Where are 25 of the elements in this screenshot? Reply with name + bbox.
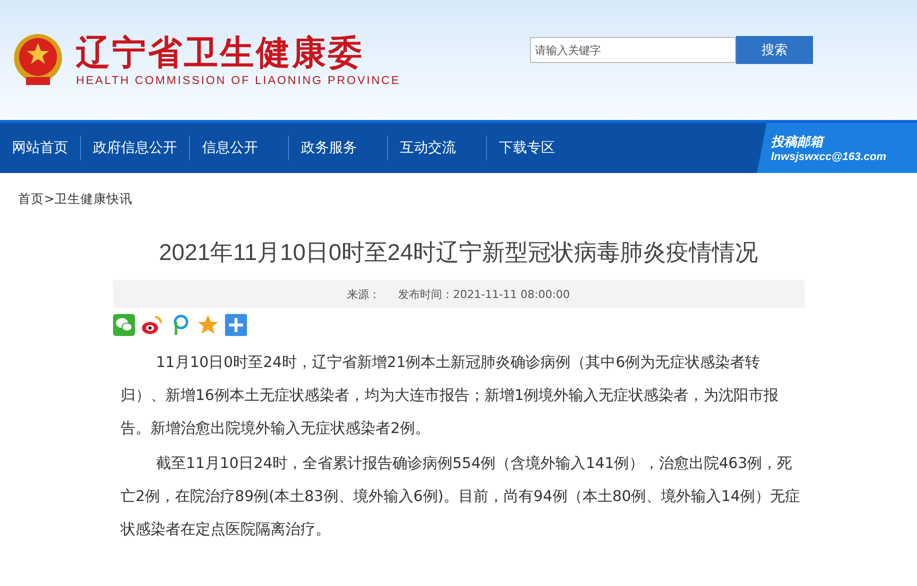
mailbox-email[interactable]: lnwsjswxcc@163.com bbox=[771, 151, 917, 163]
meta-text: 发布时间：2021-11-11 08:00:00 bbox=[398, 286, 570, 302]
breadcrumb-link[interactable]: 卫生健康快讯 bbox=[54, 191, 132, 211]
search-field[interactable]: 请输入关键字 bbox=[530, 37, 736, 63]
nav-link[interactable]: 政府信息公开 bbox=[81, 137, 189, 159]
nav-link[interactable]: 互动交流 bbox=[388, 137, 468, 159]
meta-text: 来源： bbox=[347, 286, 380, 302]
search-button[interactable]: 搜索 bbox=[736, 36, 813, 64]
breadcrumb-link[interactable]: 首页 bbox=[18, 191, 44, 211]
article-title: 2021年11月10日0时至24时辽宁新型冠状病毒肺炎疫情情况 bbox=[158, 238, 759, 267]
chat-bubbles-icon[interactable] bbox=[112, 314, 134, 336]
nav-link[interactable]: 信息公开 bbox=[190, 137, 270, 159]
plus-icon[interactable] bbox=[224, 314, 246, 336]
star-icon[interactable] bbox=[196, 314, 218, 336]
site-subtitle: HEALTH COMMISSION OF LIAONING PROVINCE bbox=[76, 75, 400, 87]
article-paragraph: 11月10日0时至24时，辽宁省新增21例本土新冠肺炎确诊病例（其中6例为无症状感染者转归）、新增16例本土无症状感染者，均为大连市报告；新增1例境外输入无症状感染者，为沈阳市报告。新增治愈出院境外输入无症状感染者2例。 bbox=[120, 353, 780, 439]
eye-icon[interactable] bbox=[140, 314, 162, 336]
nav-link[interactable]: 下载专区 bbox=[487, 137, 567, 159]
separator-glyph: > bbox=[44, 191, 54, 208]
mailbox-banner[interactable]: 投稿邮箱 lnwsjswxcc@163.com bbox=[757, 123, 917, 173]
site-title: 辽宁省卫生健康委 bbox=[76, 33, 365, 73]
mailbox-title: 投稿邮箱 bbox=[771, 134, 826, 151]
article-paragraph: 截至11月10日24时，全省累计报告确诊病例554例（含境外输入141例），治愈出院463例，死亡2例，在院治疗89例(本土83例、境外输入6例)。目前，尚有94例（本土80例、境外输入14例）无症状感染者在定点医院隔离治疗。 bbox=[119, 454, 802, 540]
nav-link[interactable]: 网站首页 bbox=[0, 137, 80, 159]
nav-link[interactable]: 政务服务 bbox=[289, 137, 369, 159]
